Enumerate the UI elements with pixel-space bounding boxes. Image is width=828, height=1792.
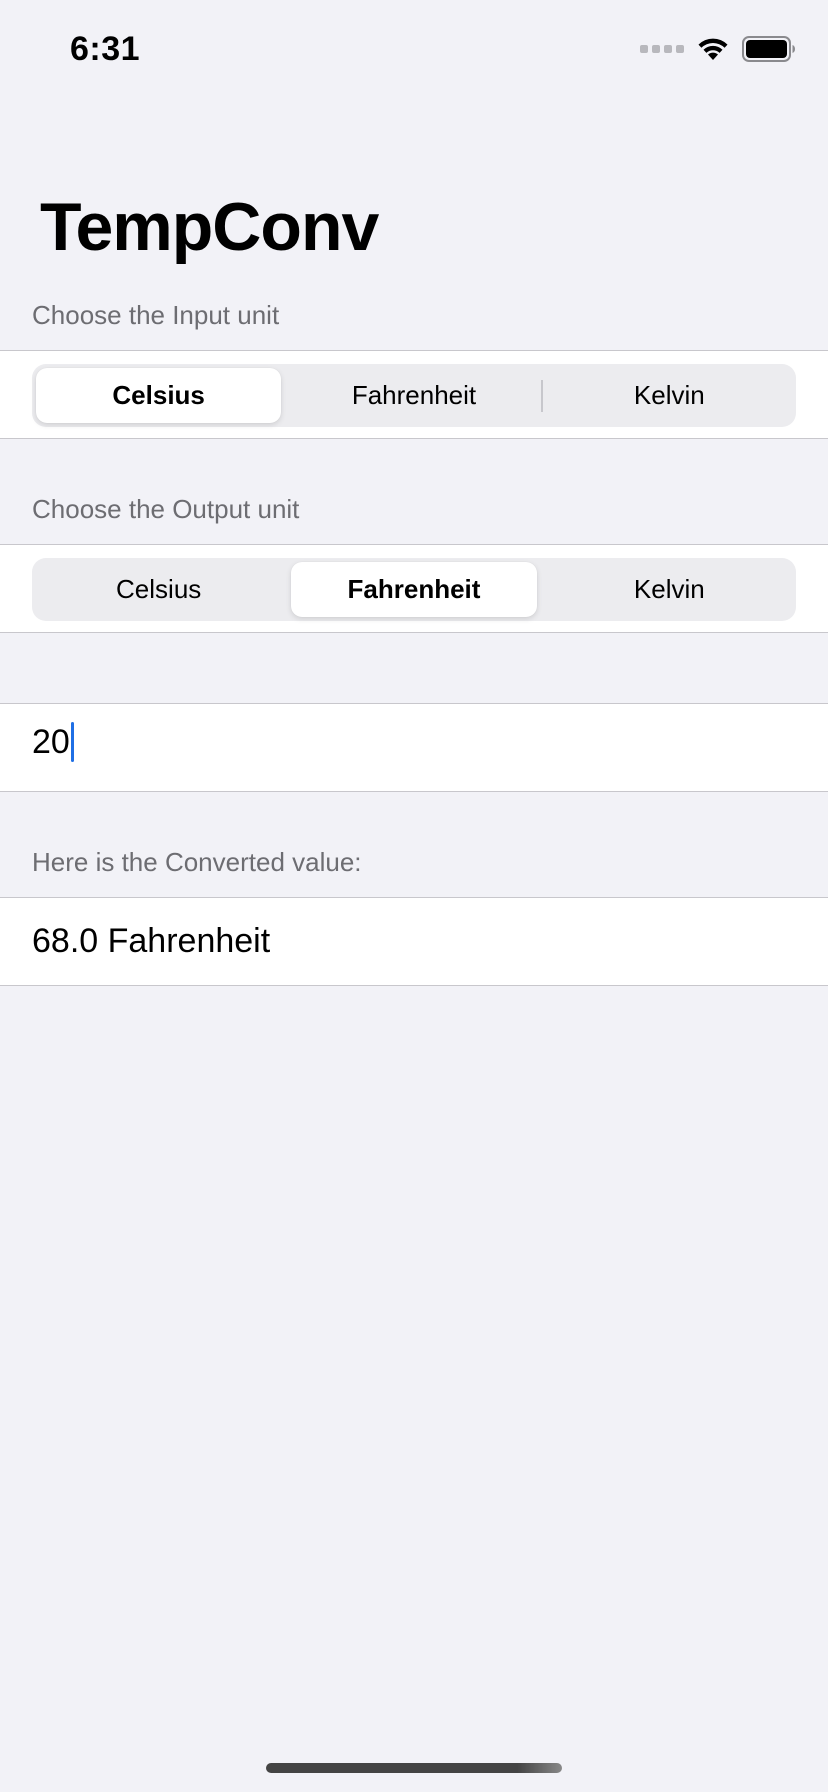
output-segment-celsius[interactable]: Celsius xyxy=(32,558,285,621)
status-icons xyxy=(640,36,796,62)
output-unit-segmented-control[interactable]: Celsius Fahrenheit Kelvin xyxy=(32,558,796,621)
output-segment-fahrenheit[interactable]: Fahrenheit xyxy=(287,558,540,621)
input-segment-fahrenheit[interactable]: Fahrenheit xyxy=(287,364,540,427)
converted-value-row: 68.0 Fahrenheit xyxy=(0,897,828,986)
value-input-row[interactable]: 20 xyxy=(0,703,828,792)
text-caret xyxy=(70,722,74,762)
segment-label: Celsius xyxy=(116,574,202,604)
output-segment-kelvin[interactable]: Kelvin xyxy=(543,558,796,621)
input-segment-kelvin[interactable]: Kelvin xyxy=(543,364,796,427)
temperature-input[interactable]: 20 xyxy=(32,722,74,762)
status-time: 6:31 xyxy=(70,30,141,68)
page-title: TempConv xyxy=(40,189,379,265)
output-unit-row: Celsius Fahrenheit Kelvin xyxy=(0,544,828,633)
battery-icon xyxy=(742,36,795,62)
converted-value: 68.0 Fahrenheit xyxy=(32,922,271,960)
input-unit-segmented-control[interactable]: Celsius Fahrenheit Kelvin xyxy=(32,364,796,427)
input-unit-header: Choose the Input unit xyxy=(32,300,280,330)
input-segment-celsius[interactable]: Celsius xyxy=(32,364,285,427)
converted-value-header: Here is the Converted value: xyxy=(32,847,362,877)
input-unit-row: Celsius Fahrenheit Kelvin xyxy=(0,350,828,439)
segment-label: Fahrenheit xyxy=(347,574,481,604)
segment-label: Kelvin xyxy=(633,574,705,604)
app-screen: 6:31 TempConv Choose the Input unit Cels… xyxy=(0,0,828,1792)
output-unit-header: Choose the Output unit xyxy=(32,494,300,524)
segment-label: Kelvin xyxy=(633,380,705,410)
segment-label: Fahrenheit xyxy=(351,380,477,410)
segment-label: Celsius xyxy=(112,380,205,410)
temperature-input-value: 20 xyxy=(32,722,70,761)
cellular-signal-icon xyxy=(640,45,684,53)
wifi-icon xyxy=(698,38,728,60)
home-indicator[interactable] xyxy=(266,1763,562,1773)
